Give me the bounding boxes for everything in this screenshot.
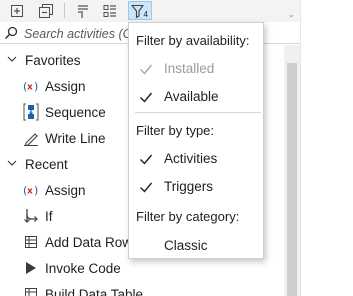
tree-item-label: Build Data Table — [45, 286, 144, 296]
tree-item-label: Invoke Code — [45, 260, 121, 276]
scrollbar-thumb[interactable] — [287, 63, 297, 296]
checkmark-icon — [140, 64, 153, 75]
filter-option-label: Installed — [164, 61, 215, 76]
filter-option-label: Available — [164, 89, 219, 104]
tree-item-label: If — [45, 208, 53, 224]
assign-icon: ( x ) — [23, 182, 39, 198]
search-icon — [4, 26, 18, 43]
tree-item-label: Assign — [45, 182, 86, 198]
collapse-all-button[interactable] — [36, 1, 56, 20]
filter-classic-option[interactable]: Classic — [129, 233, 263, 259]
filter-triggers-option[interactable]: Triggers — [129, 174, 263, 200]
show-list-icon — [103, 4, 116, 17]
filter-activities-option[interactable]: Activities — [129, 146, 263, 172]
tree-scrollbar[interactable] — [284, 45, 300, 296]
checkmark-icon — [140, 182, 153, 193]
activities-toolbar: 4 ⌄ — [0, 0, 300, 22]
show-list-button[interactable] — [100, 1, 120, 20]
chevron-down-icon[interactable] — [6, 53, 18, 65]
checkmark-icon — [140, 92, 153, 103]
if-icon — [23, 208, 39, 224]
group-label: Favorites — [25, 52, 81, 68]
filter-option-label: Triggers — [164, 179, 214, 194]
write-line-icon — [23, 130, 39, 146]
menu-separator — [135, 112, 261, 113]
chevron-down-icon[interactable] — [6, 157, 18, 169]
assign-icon: ( x ) — [23, 78, 39, 94]
filter-type-header: Filter by type: — [136, 123, 215, 138]
filter-button[interactable]: 4 — [128, 1, 152, 20]
build-data-table-icon — [23, 286, 39, 296]
filter-installed-option: Installed — [129, 56, 263, 82]
toolbar-overflow-icon[interactable]: ⌄ — [288, 10, 295, 19]
expand-all-icon — [11, 4, 23, 17]
checkmark-icon — [140, 154, 153, 165]
expand-all-button[interactable] — [7, 1, 27, 20]
designer-pane — [300, 0, 353, 296]
svg-text:x: x — [27, 187, 33, 197]
tree-item-label: Assign — [45, 78, 86, 94]
add-data-row-icon — [23, 234, 39, 250]
svg-text:x: x — [27, 83, 33, 93]
sequence-icon — [23, 103, 39, 121]
filter-count-badge: 4 — [144, 10, 149, 19]
filter-menu: Filter by availability: Installed Availa… — [128, 22, 264, 259]
show-properties-button[interactable] — [73, 1, 93, 20]
filter-option-label: Activities — [164, 151, 218, 166]
filter-availability-header: Filter by availability: — [136, 33, 250, 48]
filter-icon: 4 — [131, 4, 149, 19]
tree-item-label: Add Data Row — [45, 234, 133, 250]
svg-text:): ) — [34, 184, 38, 197]
tree-item-build-data-table[interactable]: Build Data Table — [0, 281, 284, 296]
toolbar-separator — [64, 3, 65, 18]
tree-item-label: Sequence — [45, 104, 106, 120]
filter-available-option[interactable]: Available — [129, 84, 263, 110]
show-properties-icon — [78, 4, 88, 18]
filter-option-label: Classic — [164, 238, 208, 253]
filter-category-header: Filter by category: — [136, 209, 240, 224]
tree-item-label: Write Line — [45, 130, 106, 146]
collapse-all-icon — [39, 3, 53, 18]
invoke-code-icon — [23, 260, 39, 276]
group-label: Recent — [25, 156, 68, 172]
svg-text:): ) — [34, 80, 38, 93]
